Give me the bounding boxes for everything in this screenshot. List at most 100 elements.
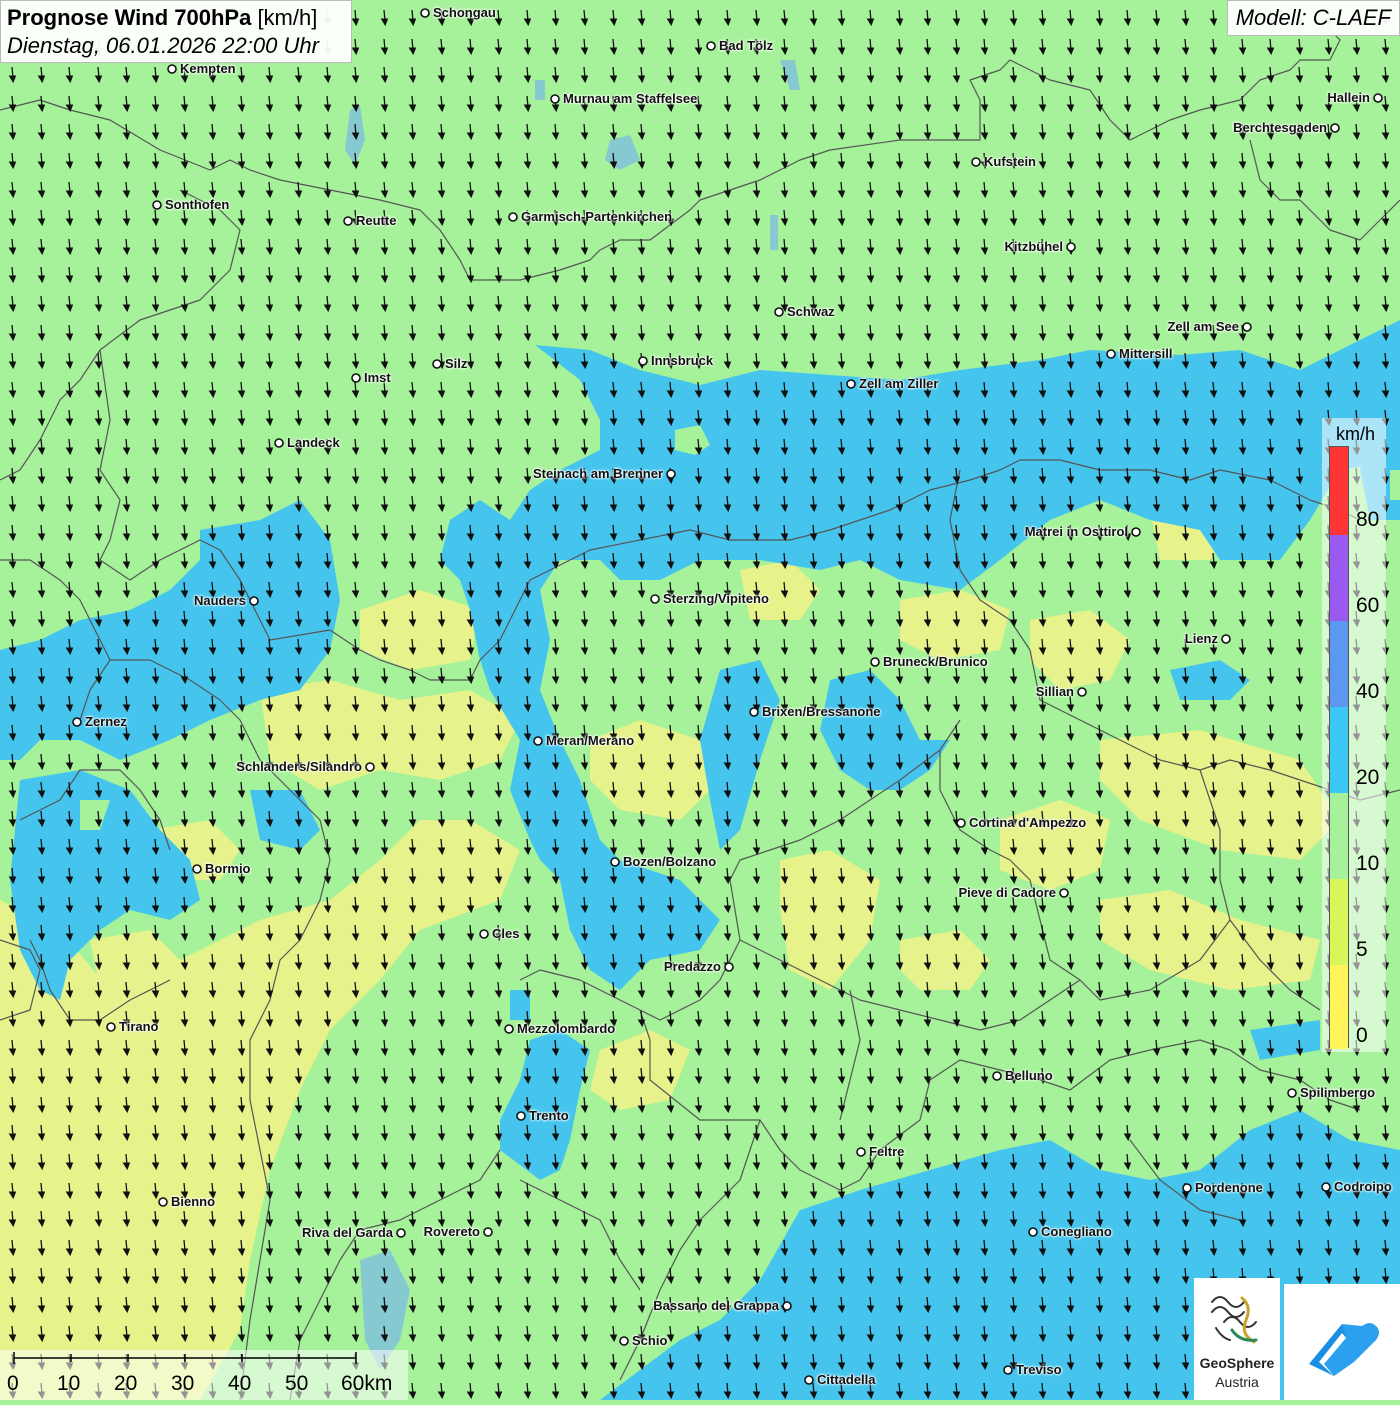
city-marker[interactable]: [638, 356, 648, 366]
city-label: Kitzbühel: [1004, 239, 1064, 254]
city-marker[interactable]: [483, 1227, 493, 1237]
city-marker[interactable]: [152, 200, 162, 210]
city-marker[interactable]: [167, 64, 177, 74]
city-marker[interactable]: [992, 1071, 1002, 1081]
scale-label-50: 50: [285, 1372, 309, 1395]
city-label: Spilimbergo: [1300, 1085, 1376, 1100]
city-label: Pordenone: [1195, 1180, 1263, 1195]
legend-color-bar: [1329, 446, 1349, 1049]
city-label: Rovereto: [423, 1224, 480, 1239]
city-marker[interactable]: [158, 1197, 168, 1207]
city-marker[interactable]: [774, 307, 784, 317]
scale-label-10: 10: [57, 1372, 81, 1395]
legend-tick-10: 10: [1356, 852, 1380, 875]
city-marker[interactable]: [516, 1111, 526, 1121]
city-marker[interactable]: [846, 379, 856, 389]
weather-app-icon: [1309, 1323, 1379, 1376]
city-marker[interactable]: [1182, 1183, 1192, 1193]
city-marker[interactable]: [1242, 322, 1252, 332]
city-marker[interactable]: [749, 707, 759, 717]
city-marker[interactable]: [610, 857, 620, 867]
city-label: Treviso: [1016, 1362, 1062, 1377]
city-marker[interactable]: [550, 94, 560, 104]
city-label: Landeck: [287, 435, 340, 450]
city-marker[interactable]: [619, 1336, 629, 1346]
city-marker[interactable]: [1131, 527, 1141, 537]
city-marker[interactable]: [504, 1024, 514, 1034]
scale-label-30: 30: [171, 1372, 195, 1395]
city-marker[interactable]: [1321, 1182, 1331, 1192]
city-marker[interactable]: [533, 736, 543, 746]
city-marker[interactable]: [1106, 349, 1116, 359]
legend-color-10: [1330, 793, 1348, 879]
city-label: Pieve di Cadore: [958, 885, 1056, 900]
city-marker[interactable]: [106, 1022, 116, 1032]
city-marker[interactable]: [1330, 123, 1340, 133]
city-marker[interactable]: [724, 962, 734, 972]
legend-color-60: [1330, 535, 1348, 621]
legend-tick-60: 60: [1356, 594, 1380, 617]
city-marker[interactable]: [192, 864, 202, 874]
city-marker[interactable]: [706, 41, 716, 51]
city-marker[interactable]: [870, 657, 880, 667]
city-marker[interactable]: [420, 8, 430, 18]
city-marker[interactable]: [396, 1228, 406, 1238]
city-marker[interactable]: [856, 1147, 866, 1157]
city-label: Reutte: [356, 213, 397, 228]
city-marker[interactable]: [1373, 93, 1383, 103]
title-box: Prognose Wind 700hPa [km/h] Dienstag, 06…: [0, 0, 352, 63]
forecast-datetime: Dienstag, 06.01.2026 22:00 Uhr: [7, 33, 319, 58]
city-marker[interactable]: [343, 216, 353, 226]
city-label: Feltre: [869, 1144, 905, 1159]
city-label: Schlanders/Silandro: [236, 759, 362, 774]
scale-label-40: 40: [228, 1372, 252, 1395]
app-logo[interactable]: [1284, 1284, 1400, 1400]
city-marker[interactable]: [956, 818, 966, 828]
city-marker[interactable]: [666, 469, 676, 479]
city-label: Hallein: [1327, 90, 1370, 105]
city-label: Innsbruck: [651, 353, 714, 368]
city-label: Predazzo: [663, 959, 721, 974]
city-marker[interactable]: [432, 359, 442, 369]
city-label: Mezzolombardo: [517, 1021, 616, 1036]
legend-unit: km/h: [1336, 424, 1376, 444]
city-marker[interactable]: [782, 1301, 792, 1311]
legend-color-20: [1330, 707, 1348, 793]
city-marker[interactable]: [1066, 242, 1076, 252]
city-marker[interactable]: [479, 929, 489, 939]
city-marker[interactable]: [351, 373, 361, 383]
city-marker[interactable]: [508, 212, 518, 222]
city-label: Kempten: [180, 61, 236, 76]
logo-name-line1: GeoSphere: [1199, 1355, 1275, 1371]
city-marker[interactable]: [274, 438, 284, 448]
city-label: Schongau: [433, 5, 496, 20]
city-marker[interactable]: [971, 157, 981, 167]
city-marker[interactable]: [1287, 1088, 1297, 1098]
title-main: Prognose Wind 700hPa: [7, 5, 252, 30]
model-label: Modell: C-LAEF: [1226, 0, 1400, 36]
city-label: Brixen/Bressanone: [762, 704, 881, 719]
geosphere-logo[interactable]: GeoSphere Austria: [1194, 1278, 1280, 1400]
city-label: Schio: [632, 1333, 668, 1348]
city-marker[interactable]: [1221, 634, 1231, 644]
city-marker[interactable]: [650, 594, 660, 604]
city-marker[interactable]: [249, 596, 259, 606]
city-marker[interactable]: [72, 717, 82, 727]
city-marker[interactable]: [365, 762, 375, 772]
city-marker[interactable]: [804, 1375, 814, 1385]
city-marker[interactable]: [1059, 888, 1069, 898]
city-label: Schwaz: [787, 304, 835, 319]
city-label: Zell am Ziller: [859, 376, 939, 391]
geosphere-emblem-icon: [1211, 1296, 1258, 1344]
city-label: Garmisch-Partenkirchen: [521, 209, 673, 224]
legend-color-5: [1330, 879, 1348, 965]
city-label: Zell am See: [1167, 319, 1239, 334]
city-label: Riva del Garda: [301, 1225, 393, 1240]
city-marker[interactable]: [1077, 687, 1087, 697]
city-label: Cles: [492, 926, 520, 941]
city-marker[interactable]: [1028, 1227, 1038, 1237]
city-label: Bienno: [171, 1194, 216, 1209]
city-label: Sillian: [1035, 684, 1074, 699]
city-label: Steinach am Brenner: [532, 466, 663, 481]
city-marker[interactable]: [1003, 1365, 1013, 1375]
